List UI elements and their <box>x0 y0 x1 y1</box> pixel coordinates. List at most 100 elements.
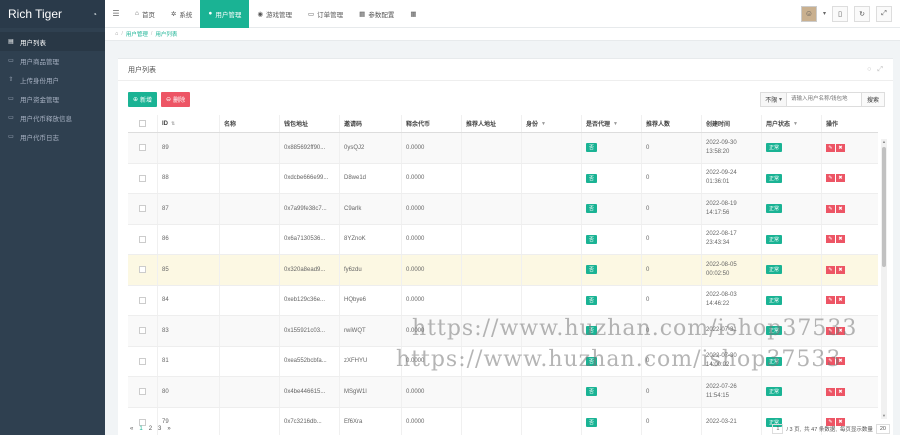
edit-icon[interactable]: ✎ <box>826 357 835 366</box>
add-button[interactable]: ⊕ 新增 <box>128 91 158 107</box>
trash-icon[interactable]: ▯ <box>832 5 848 22</box>
table-header: ID ⇅ 名称 钱包地址 邀请码 释余代币 推荐人地址 身份 ▼ 是否代理 ▼ 推荐人… <box>128 115 878 133</box>
per-page-select[interactable]: 20 <box>875 424 890 434</box>
row-checkbox[interactable] <box>139 205 146 213</box>
filter-icon[interactable]: ▼ <box>613 121 618 127</box>
table-row[interactable]: 79 0x7c3216db... Ef6Xra 0.0000 否 0 2022-03-21 正… <box>128 407 878 435</box>
expand-icon[interactable]: ⤢ <box>877 66 883 74</box>
menu-toggle-icon[interactable]: ☰ <box>105 9 127 18</box>
delete-icon[interactable]: ✖ <box>836 387 845 396</box>
delete-icon[interactable]: ✖ <box>836 204 845 213</box>
row-checkbox[interactable] <box>139 388 146 396</box>
tab-6[interactable]: ▦ <box>402 0 427 28</box>
sidebar-item-2[interactable]: ⇧ 上传身份用户 <box>0 70 105 89</box>
filter-select[interactable]: 不限 ▾ <box>760 91 787 107</box>
table-row[interactable]: 89 0x885692ff90... 0ysQJ2 0.0000 否 0 2022-09-3… <box>128 133 878 164</box>
sidebar-item-3[interactable]: ▭ 用户资金管理 <box>0 89 105 108</box>
row-checkbox[interactable] <box>139 174 146 182</box>
tab-4[interactable]: ▭ 订单管理 <box>300 0 351 28</box>
cell-code: C9arlk <box>340 194 402 224</box>
table-row[interactable]: 81 0xea552bcbfa... zXFHYU 0.0000 否 0 2022-07-3… <box>128 346 878 377</box>
filter-icon[interactable]: ▼ <box>541 121 546 127</box>
page-link-3[interactable]: 3 <box>158 426 161 432</box>
scroll-down-icon[interactable]: ▼ <box>881 413 887 419</box>
delete-icon[interactable]: ✖ <box>836 143 845 152</box>
pagination: « 1 2 3 » <box>130 423 171 435</box>
sidebar-item-1[interactable]: ▭ 用户商品管理 <box>0 51 105 70</box>
row-checkbox[interactable] <box>139 266 146 274</box>
sidebar-item-0[interactable]: ▤ 用户列表 <box>0 32 105 51</box>
table-row[interactable]: 88 0xdcbe666e99... D8we1d 0.0000 否 0 2022-09-2… <box>128 163 878 194</box>
refresh-icon[interactable]: ↻ <box>854 5 870 22</box>
edit-icon[interactable]: ✎ <box>826 265 835 274</box>
cell-wallet: 0x155921c03... <box>280 316 340 346</box>
page-link-1[interactable]: 1 <box>139 426 142 432</box>
edit-icon[interactable]: ✎ <box>826 235 835 244</box>
home-icon[interactable]: ⌂ <box>115 31 118 37</box>
delete-icon[interactable]: ✖ <box>836 265 845 274</box>
row-checkbox[interactable] <box>139 144 146 152</box>
table-row[interactable]: 87 0x7a99fe38c7... C9arlk 0.0000 否 0 2022-08-1… <box>128 194 878 225</box>
cell-wallet: 0xeb129c36e... <box>280 285 340 315</box>
delete-icon[interactable]: ✖ <box>836 326 845 335</box>
refresh-panel-icon[interactable]: ○ <box>867 66 871 74</box>
tab-5[interactable]: ▦ 参数配置 <box>351 0 402 28</box>
table-scrollbar[interactable]: ▲ ▼ <box>881 139 887 419</box>
breadcrumb-item-user-management[interactable]: 用户管理 <box>126 30 148 38</box>
filter-icon[interactable]: ▼ <box>793 121 798 127</box>
delete-icon[interactable]: ✖ <box>836 174 845 183</box>
edit-icon[interactable]: ✎ <box>826 174 835 183</box>
cell-tokens: 0.0000 <box>402 163 462 193</box>
col-status[interactable]: 用户状态 ▼ <box>762 115 822 132</box>
page-link-2[interactable]: 2 <box>149 426 152 432</box>
fullscreen-icon[interactable]: ⤢ <box>876 5 892 22</box>
next-page-link[interactable]: » <box>167 426 170 432</box>
search-input[interactable] <box>786 91 862 107</box>
edit-icon[interactable]: ✎ <box>826 326 835 335</box>
edit-icon[interactable]: ✎ <box>826 387 835 396</box>
row-checkbox[interactable] <box>139 235 146 243</box>
tab-0[interactable]: ⌂ 首页 <box>127 0 163 28</box>
row-checkbox[interactable] <box>139 357 146 365</box>
delete-icon[interactable]: ✖ <box>836 235 845 244</box>
edit-icon[interactable]: ✎ <box>826 143 835 152</box>
toolbar: ⊕ 新增 ⊖ 删除 不限 ▾ 搜索 <box>128 91 885 107</box>
avatar[interactable]: ☺ <box>800 5 817 22</box>
tab-2[interactable]: ● 用户管理 <box>200 0 250 28</box>
scroll-up-icon[interactable]: ▲ <box>881 139 887 145</box>
cell-tokens: 0.0000 <box>402 224 462 254</box>
edit-icon[interactable]: ✎ <box>826 296 835 305</box>
tab-1[interactable]: ✲ 系统 <box>163 0 200 28</box>
gear-icon: ✲ <box>170 10 177 18</box>
scroll-thumb[interactable] <box>882 147 886 267</box>
col-identity[interactable]: 身份 ▼ <box>522 115 582 132</box>
select-all-checkbox[interactable] <box>139 120 146 127</box>
delete-icon[interactable]: ✖ <box>836 357 845 366</box>
search-button[interactable]: 搜索 <box>861 91 885 107</box>
sidebar-item-5[interactable]: ▭ 用户代币日志 <box>0 127 105 146</box>
table-row[interactable]: 86 0x6a7130536... 8YZnoK 0.0000 否 0 2022-08-17… <box>128 224 878 255</box>
panel-header: 用户列表 ○ ⤢ <box>118 59 893 81</box>
cell-identity <box>522 194 582 224</box>
row-checkbox[interactable] <box>139 327 146 335</box>
sidebar-item-4[interactable]: ▭ 用户代币释放信息 <box>0 108 105 127</box>
table-row[interactable]: 80 0x4be446615... MSgW1l 0.0000 否 0 2022-07-26… <box>128 377 878 408</box>
table-row[interactable]: 84 0xeb129c36e... HQbye6 0.0000 否 0 2022-08-03… <box>128 285 878 316</box>
cell-tokens: 0.0000 <box>402 255 462 285</box>
sidebar-item-label: 用户代币日志 <box>20 134 59 142</box>
delete-button[interactable]: ⊖ 删除 <box>161 91 191 107</box>
tab-3[interactable]: ◉ 游戏管理 <box>249 0 300 28</box>
table-row[interactable]: 83 0x155921c03... rwiWQT 0.0000 否 0 2022-07-31… <box>128 316 878 347</box>
chevron-down-icon[interactable]: ▾ <box>823 10 826 17</box>
table-row[interactable]: 85 0x320a8ead9... fy6zdu 0.0000 否 0 2022-08-05… <box>128 255 878 286</box>
cell-ref-count: 0 <box>642 346 702 376</box>
bell-icon[interactable]: ◔ <box>92 10 97 19</box>
delete-icon[interactable]: ✖ <box>836 296 845 305</box>
cell-tokens: 0.0000 <box>402 133 462 163</box>
row-checkbox[interactable] <box>139 296 146 304</box>
prev-page-link[interactable]: « <box>130 426 133 432</box>
page-jump-input[interactable]: 1 <box>772 424 784 434</box>
col-agent[interactable]: 是否代理 ▼ <box>582 115 642 132</box>
edit-icon[interactable]: ✎ <box>826 204 835 213</box>
col-id[interactable]: ID ⇅ <box>158 115 220 132</box>
